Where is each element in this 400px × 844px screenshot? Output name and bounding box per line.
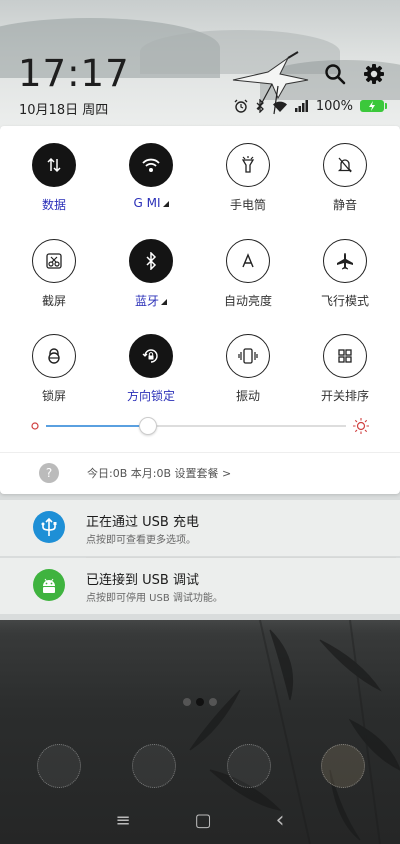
search-icon[interactable]: [324, 63, 346, 85]
mute-bell-icon[interactable]: [323, 143, 367, 187]
tile-auto-brightness[interactable]: 自动亮度: [203, 239, 293, 308]
page-dot: [183, 698, 191, 706]
data-usage-row[interactable]: ? 今日:0B 本月:0B 设置套餐 >: [0, 456, 400, 490]
tile-label: 开关排序: [320, 389, 369, 403]
expand-triangle-icon: [161, 299, 167, 305]
tile-label: 手电筒: [229, 198, 266, 212]
dock-app-icon[interactable]: [37, 744, 81, 788]
tile-rotation-lock[interactable]: 方向锁定: [106, 334, 196, 403]
settings-gear-icon[interactable]: [363, 63, 385, 85]
dock-app-icon[interactable]: [321, 744, 365, 788]
tile-label: 蓝牙: [106, 292, 196, 308]
signal-icon: [294, 100, 308, 112]
page-dot-current: [196, 698, 204, 706]
tile-sort-switches[interactable]: 开关排序: [300, 334, 390, 403]
notification-title: 已连接到 USB 调试: [86, 573, 199, 588]
menu-icon[interactable]: ≡: [116, 810, 131, 831]
data-arrows-icon[interactable]: [32, 143, 76, 187]
dock-app-icon[interactable]: [227, 744, 271, 788]
notification-subtitle: 点按即可查看更多选项。: [86, 535, 196, 546]
lock-icon[interactable]: [32, 334, 76, 378]
alarm-icon: [234, 99, 248, 113]
tile-bluetooth[interactable]: 蓝牙: [106, 239, 196, 308]
airplane-icon[interactable]: [323, 239, 367, 283]
status-bar-icons: 100%: [234, 97, 387, 115]
tile-label: 截屏: [41, 294, 66, 308]
data-usage-text[interactable]: 今日:0B 本月:0B 设置套餐 >: [87, 465, 231, 481]
clock-date: 10月18日 周四: [19, 103, 109, 118]
brightness-low-icon: [31, 422, 39, 430]
battery-charging-icon: [360, 100, 387, 112]
clock-time: 17:17: [18, 52, 130, 95]
notification-subtitle: 点按即可停用 USB 调试功能。: [86, 593, 223, 604]
flashlight-icon[interactable]: [226, 143, 270, 187]
slider-knob[interactable]: [139, 417, 157, 435]
tile-data[interactable]: 数据: [9, 143, 99, 212]
tile-vibrate[interactable]: 振动: [203, 334, 293, 403]
bluetooth-status-icon: [256, 99, 264, 113]
wifi-status-icon: [272, 101, 287, 112]
wifi-icon[interactable]: [129, 143, 173, 187]
tile-mute[interactable]: 静音: [300, 143, 390, 212]
tile-label: 振动: [235, 389, 260, 403]
grid-sort-icon[interactable]: [323, 334, 367, 378]
tile-screenshot[interactable]: 截屏: [9, 239, 99, 308]
brightness-slider[interactable]: [30, 416, 370, 436]
notification-usb-debugging[interactable]: 已连接到 USB 调试 点按即可停用 USB 调试功能。: [0, 558, 400, 614]
home-icon[interactable]: ▢: [195, 810, 212, 831]
tile-label: 方向锁定: [126, 389, 175, 403]
tile-wifi[interactable]: G MI: [106, 143, 196, 212]
tile-label: G MI: [106, 196, 196, 212]
dock-app-icon[interactable]: [132, 744, 176, 788]
notification-usb-charging[interactable]: 正在通过 USB 充电 点按即可查看更多选项。: [0, 500, 400, 556]
tile-lock-screen[interactable]: 锁屏: [9, 334, 99, 403]
bluetooth-label: 蓝牙: [134, 294, 159, 308]
tile-airplane[interactable]: 飞行模式: [300, 239, 390, 308]
divider: [0, 452, 400, 453]
page-indicator: [183, 698, 217, 706]
android-icon: [33, 569, 65, 601]
back-icon[interactable]: ‹: [276, 808, 285, 833]
wifi-network-name: G MI: [133, 196, 161, 210]
navigation-bar: ≡ ▢ ‹: [0, 808, 400, 833]
auto-brightness-icon[interactable]: [226, 239, 270, 283]
brightness-high-icon: [353, 418, 369, 434]
bluetooth-icon[interactable]: [129, 239, 173, 283]
status-header: 17:17 10月18日 周四 100%: [0, 0, 400, 128]
tile-label: 锁屏: [41, 389, 66, 403]
slider-fill: [46, 425, 148, 427]
tile-label: 数据: [41, 198, 66, 212]
quick-settings-panel: 数据 G MI 手电筒 静音 截屏 蓝牙 自动亮度 飞行模式 锁屏 方向锁定 振…: [0, 126, 400, 494]
tile-flashlight[interactable]: 手电筒: [203, 143, 293, 212]
rotation-lock-icon[interactable]: [129, 334, 173, 378]
tile-label: 静音: [332, 198, 357, 212]
page-dot: [209, 698, 217, 706]
home-wallpaper: ≡ ▢ ‹: [0, 620, 400, 844]
screenshot-scissors-icon[interactable]: [32, 239, 76, 283]
tile-label: 自动亮度: [223, 294, 272, 308]
vibrate-icon[interactable]: [226, 334, 270, 378]
help-question-icon: ?: [39, 463, 59, 483]
usb-icon: [33, 511, 65, 543]
battery-percent: 100%: [315, 98, 353, 114]
notification-title: 正在通过 USB 充电: [86, 515, 199, 530]
notification-separator: [86, 557, 396, 558]
expand-triangle-icon: [162, 201, 169, 207]
tile-label: 飞行模式: [320, 294, 369, 308]
